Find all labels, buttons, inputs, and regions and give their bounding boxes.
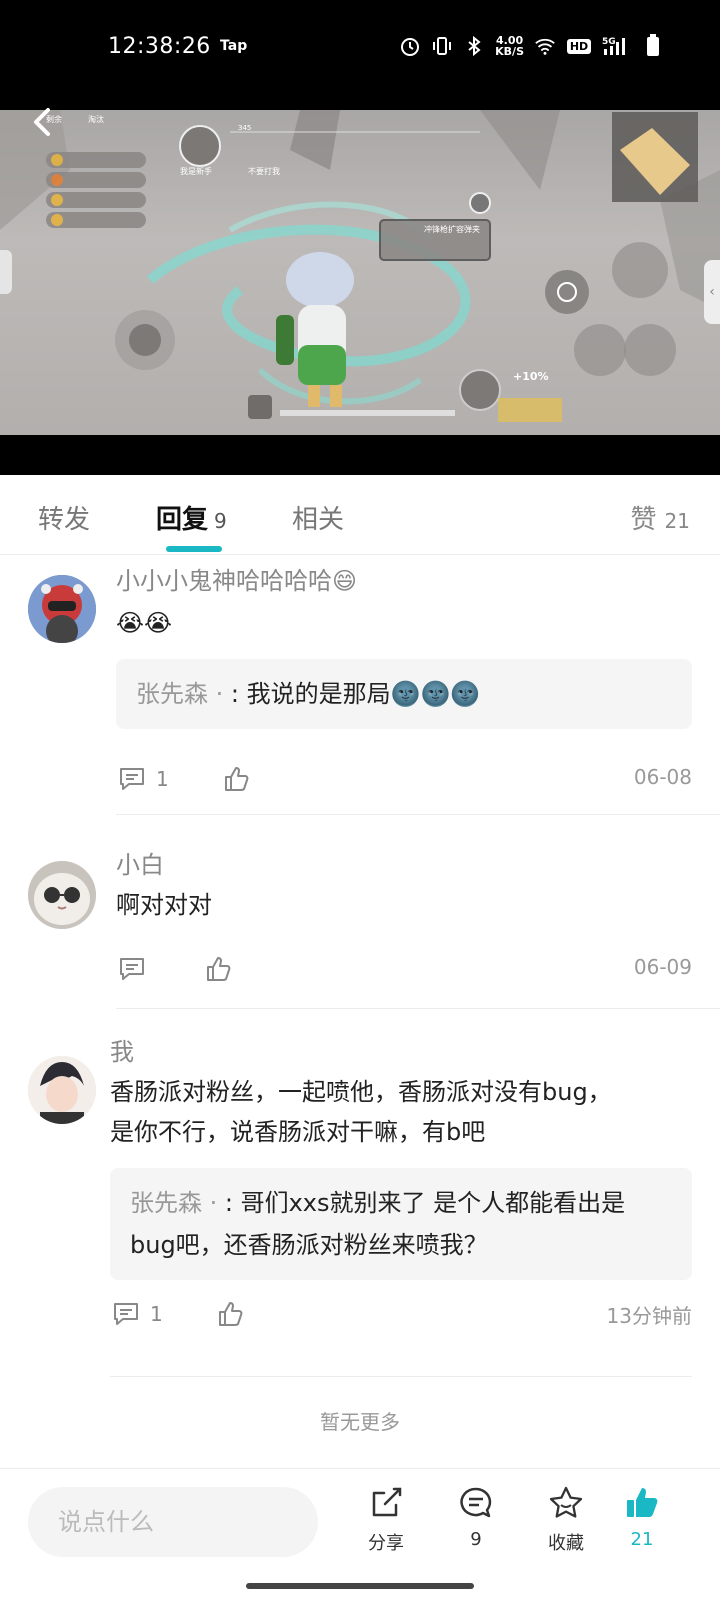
reply-count: 1 [150,1302,163,1326]
thumbs-up-icon [219,1302,243,1326]
thumbs-up-icon [207,957,231,981]
share-icon [372,1487,402,1517]
vibrate-icon [431,35,453,57]
tab-replies[interactable]: 回复 9 [156,499,227,536]
reply-author[interactable]: 张先森 · [136,680,231,708]
game-scene: 剩余 淘汰 345 我是新手 不要打我 冲锋枪扩容弹夹 +10% [0,110,720,422]
back-button[interactable] [26,104,62,140]
comment-icon [120,958,144,980]
svg-text:不要打我: 不要打我 [248,166,280,176]
comment-author[interactable]: 小白 [116,845,164,880]
alarm-icon [399,35,421,57]
no-more-text: 暂无更多 [320,1410,400,1434]
divider [110,1376,692,1377]
svg-text:5G: 5G [602,37,616,47]
tab-bar: 转发 回复 9 相关 赞 21 [0,475,720,555]
comment-date: 06-08 [633,765,692,789]
reply-author[interactable]: 张先森 · [130,1189,225,1217]
clock: 12:38:26 [108,34,211,59]
share-button[interactable]: 分享 [356,1485,416,1555]
right-edge-handle[interactable]: ‹ [704,260,720,324]
video-player[interactable]: 剩余 淘汰 345 我是新手 不要打我 冲锋枪扩容弹夹 +10% [0,110,720,435]
like-button[interactable] [222,765,250,793]
comment-date: 06-09 [633,955,692,979]
tab-repost[interactable]: 转发 [38,499,90,536]
svg-text:冲锋枪扩容弹夹: 冲锋枪扩容弹夹 [424,224,480,234]
tab-likes[interactable]: 赞 21 [631,499,690,536]
reply-button[interactable]: 1 [112,1300,163,1328]
reply-count: 1 [156,767,169,791]
reply-button[interactable] [118,955,156,983]
comment-icon [120,768,144,790]
avatar[interactable] [28,861,96,929]
divider [116,1008,720,1009]
chevron-left-small-icon: ‹ [709,284,715,300]
like-button[interactable] [216,1300,244,1328]
tab-related[interactable]: 相关 [292,499,344,536]
hud-eliminated: 淘汰 [88,114,104,124]
comment-date: 13分钟前 [606,1304,692,1328]
network-speed: 4.00 KB/S [495,34,524,58]
reply-button[interactable]: 1 [118,765,169,793]
svg-text:+10%: +10% [513,370,549,383]
hd-icon: HD [566,35,592,57]
home-indicator[interactable] [246,1583,474,1589]
bottom-action-bar: 说点什么 分享 9 收藏 21 [0,1468,720,1570]
comment-actions: 1 06-08 [116,765,692,805]
video-letterbox [0,435,720,475]
comment-text: 香肠派对粉丝，一起喷他，香肠派对没有bug， 是你不行，说香肠派对干嘛，有b吧 [110,1078,612,1146]
status-icons: 4.00 KB/S HD 5G [399,32,664,60]
favorite-button[interactable]: 收藏 [536,1485,596,1555]
comment-author[interactable]: 小小小鬼神哈哈哈哈😄 [116,561,357,596]
wifi-icon [534,35,556,57]
comment-input[interactable]: 说点什么 [28,1487,318,1557]
reply-text: : 我说的是那局🌚🌚🌚 [230,680,481,708]
reply-preview[interactable]: 张先森 · : 哥们xxs就别来了 是个人都能看出是 bug吧，还香肠派对粉丝来… [110,1168,692,1280]
comment-actions: 06-09 [116,955,692,995]
svg-text:我是新手: 我是新手 [180,166,212,176]
battery-icon [642,34,664,57]
comment-item: 小白 啊对对对 06-09 [0,815,720,1015]
app-tag: Tap [220,38,248,54]
chevron-left-icon [34,108,50,136]
chat-bubble-icon [460,1487,492,1518]
comment-author[interactable]: 我 [110,1032,134,1067]
reply-preview[interactable]: 张先森 · : 我说的是那局🌚🌚🌚 [116,659,692,729]
star-icon [549,1486,583,1518]
avatar[interactable] [28,1056,96,1124]
tab-indicator [166,546,222,552]
bluetooth-icon [463,35,485,57]
comment-actions: 1 13分钟前 [110,1300,692,1340]
comment-item: 我 香肠派对粉丝，一起喷他，香肠派对没有bug， 是你不行，说香肠派对干嘛，有b… [0,1010,720,1380]
comments-button[interactable]: 9 [446,1485,506,1550]
status-bar: 12:38:26 Tap 4.00 KB/S HD 5G [0,0,720,110]
comment-text: 😭😭 [116,609,173,637]
reply-text-cont: bug吧，还香肠派对粉丝来喷我？ [130,1231,488,1259]
avatar[interactable] [28,575,96,643]
reply-text: : 哥们xxs就别来了 是个人都能看出是 [224,1189,626,1217]
left-edge-handle[interactable] [0,250,12,294]
like-post-button[interactable]: 21 [612,1485,672,1550]
comment-item: 小小小鬼神哈哈哈哈😄 😭😭 张先森 · : 我说的是那局🌚🌚🌚 1 06-08 [0,555,720,815]
thumbs-up-filled-icon [627,1488,658,1517]
signal-icon: 5G [602,35,632,57]
thumbs-up-icon [225,767,249,791]
hud-compass: 345 [238,124,251,132]
comment-icon [114,1303,138,1325]
like-button[interactable] [204,955,232,983]
comment-text: 啊对对对 [116,891,212,919]
